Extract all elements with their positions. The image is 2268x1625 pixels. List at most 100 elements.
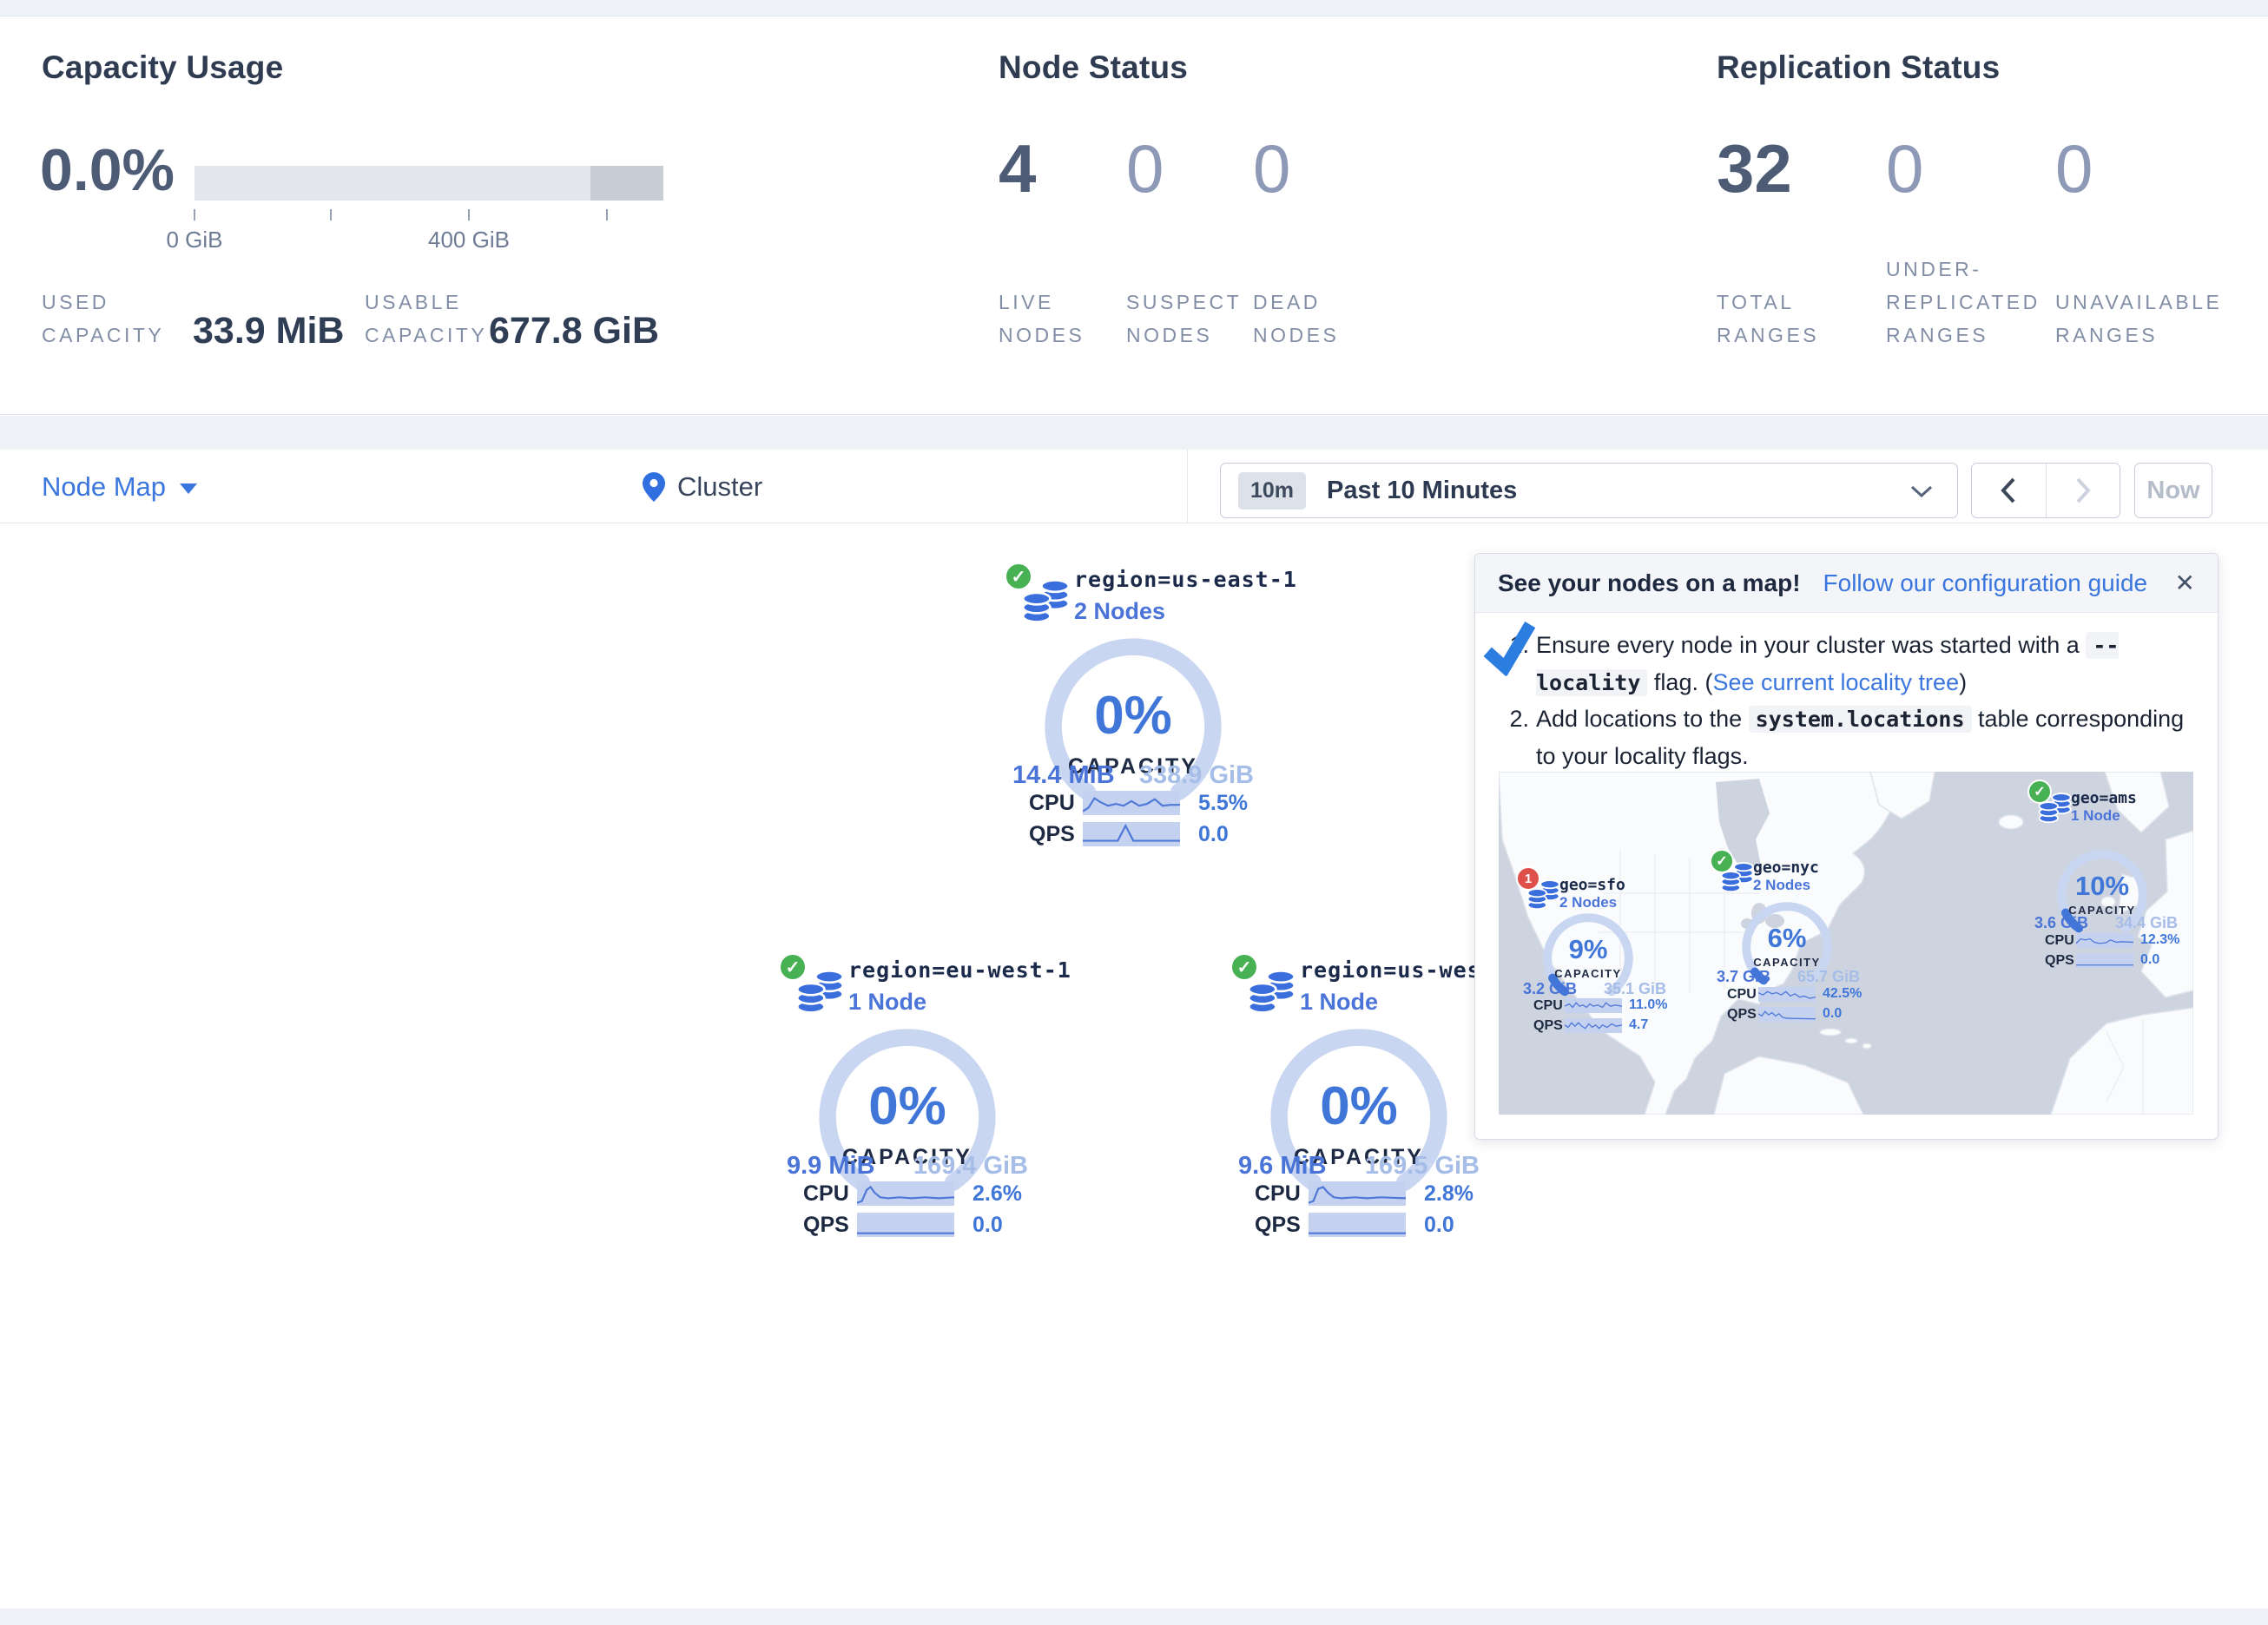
capacity-bar — [194, 166, 663, 201]
suspect-nodes-label: SUSPECT NODES — [1126, 249, 1242, 352]
node-name: region=eu-west-1 — [848, 957, 1071, 983]
cpu-value: 2.6% — [972, 1181, 1022, 1207]
page-bottom-strip — [0, 1609, 2268, 1625]
qps-sparkline — [2076, 953, 2133, 968]
total-ranges-label: TOTAL RANGES — [1717, 249, 1819, 352]
node-count: 2 Nodes — [1753, 877, 1810, 894]
toolbar-divider — [1187, 450, 1188, 523]
cpu-sparkline — [2076, 933, 2133, 948]
capacity-values: 14.4 MiB 338.9 GiB — [1012, 761, 1254, 790]
usable-capacity-label: USABLE CAPACITY — [365, 249, 487, 352]
node-count: 2 Nodes — [1074, 598, 1165, 625]
time-back-button[interactable] — [1972, 464, 2046, 517]
node-count: 2 Nodes — [1559, 894, 1617, 911]
healthy-badge: ✓ — [1710, 849, 1734, 873]
healthy-badge: ✓ — [1004, 562, 1033, 591]
axis-tick — [330, 209, 332, 220]
healthy-check-icon: ✓ — [1716, 852, 1727, 870]
gauge-percent: 6% — [1740, 923, 1834, 954]
qps-label: QPS — [1029, 822, 1075, 847]
qps-sparkline — [1565, 1018, 1622, 1033]
qps-sparkline — [857, 1213, 954, 1237]
node-name: geo=sfo — [1559, 876, 1625, 894]
system-locations-code: system.locations — [1749, 706, 1972, 733]
cpu-row: CPU 2.8% — [1216, 1181, 1502, 1207]
qps-value: 0.0 — [1198, 822, 1229, 847]
node-name: geo=ams — [2071, 789, 2137, 807]
capacity-values: 9.6 MiB 169.5 GiB — [1238, 1152, 1480, 1181]
suspect-nodes-count: 0 — [1126, 129, 1164, 208]
qps-value: 0.0 — [972, 1213, 1003, 1238]
node-count: 1 Node — [1300, 989, 1378, 1016]
max-value: 338.9 GiB — [1139, 761, 1254, 790]
view-selector-dropdown[interactable]: Node Map — [42, 450, 197, 523]
node-status-title: Node Status — [999, 49, 1188, 86]
qps-row: QPS 0.0 — [764, 1213, 1051, 1239]
healthy-badge: ✓ — [1230, 952, 1259, 982]
locality-tree-link[interactable]: See current locality tree — [1712, 669, 1959, 695]
node-map-setup-popup: See your nodes on a map! Follow our conf… — [1474, 553, 2219, 1140]
cpu-label: CPU — [803, 1181, 849, 1207]
replication-status-title: Replication Status — [1717, 49, 2000, 86]
capacity-values: 3.2 GiB 35.1 GiB — [1523, 980, 1666, 998]
cpu-value: 2.8% — [1424, 1181, 1474, 1207]
max-value: 169.5 GiB — [1365, 1152, 1480, 1181]
dead-nodes-count: 0 — [1253, 129, 1290, 208]
node-group-us-west-1[interactable]: ✓ region=us-west-1 1 Node 0% CAPACITY 9.… — [1216, 951, 1502, 1254]
qps-label: QPS — [1255, 1213, 1301, 1238]
gauge-caption: CAPACITY — [1541, 967, 1635, 980]
cpu-sparkline — [1565, 998, 1622, 1013]
under-replicated-label: UNDER- REPLICATED RANGES — [1886, 216, 2041, 352]
view-toolbar: Node Map Cluster 10m Past 10 Minutes — [0, 450, 2268, 523]
step-1: 1. Ensure every node in your cluster was… — [1500, 627, 2194, 701]
time-forward-button[interactable] — [2047, 464, 2120, 517]
cpu-sparkline — [857, 1181, 954, 1206]
healthy-badge: ✓ — [778, 952, 808, 982]
node-group-eu-west-1[interactable]: ✓ region=eu-west-1 1 Node 0% CAPACITY 9.… — [764, 951, 1051, 1254]
popup-instructions: 1. Ensure every node in your cluster was… — [1500, 627, 2194, 775]
used-value: 9.6 MiB — [1238, 1152, 1327, 1181]
close-icon[interactable]: ✕ — [2175, 569, 2195, 597]
healthy-check-icon: ✓ — [1012, 566, 1026, 588]
cpu-sparkline — [1758, 987, 1816, 1002]
chevron-left-icon — [2001, 477, 2016, 503]
configuration-guide-link[interactable]: Follow our configuration guide — [1823, 569, 2148, 597]
gauge-percent: 0% — [815, 1076, 999, 1137]
now-button[interactable]: Now — [2134, 463, 2212, 518]
axis-tick — [468, 209, 470, 220]
cpu-sparkline — [1083, 791, 1180, 815]
gauge-percent: 0% — [1041, 685, 1225, 747]
used-capacity-label: USED CAPACITY — [42, 249, 164, 352]
capacity-bar-other-usage — [590, 166, 663, 201]
dead-nodes-label: DEAD NODES — [1253, 249, 1339, 352]
cpu-row: CPU 5.5% — [990, 791, 1276, 817]
time-range-dropdown[interactable]: 10m Past 10 Minutes — [1220, 463, 1958, 518]
node-group-us-east-1[interactable]: ✓ region=us-east-1 2 Nodes 0% CAPACITY 1… — [990, 560, 1276, 864]
breadcrumb-label: Cluster — [677, 471, 762, 503]
node-name: geo=nyc — [1753, 859, 1819, 877]
cpu-label: CPU — [1255, 1181, 1301, 1207]
axis-tick — [606, 209, 608, 220]
cluster-summary-bar: Capacity Usage 0.0% 0 GiB 400 GiB USED C… — [0, 16, 2268, 415]
gauge-percent: 9% — [1541, 934, 1635, 965]
live-nodes-count: 4 — [999, 129, 1036, 208]
map-pin-icon — [643, 472, 665, 502]
breadcrumb[interactable]: Cluster — [643, 450, 762, 523]
view-selector-label: Node Map — [42, 471, 166, 503]
qps-label: QPS — [803, 1213, 849, 1238]
node-count: 1 Node — [2071, 807, 2120, 825]
step-done-check-icon — [1480, 619, 1542, 679]
gauge-caption: CAPACITY — [1740, 956, 1834, 969]
capacity-values: 3.7 GiB 65.7 GiB — [1717, 968, 1860, 986]
popup-title: See your nodes on a map! — [1498, 569, 1801, 597]
cpu-value: 5.5% — [1198, 791, 1248, 816]
unavailable-count: 0 — [2055, 129, 2093, 208]
qps-row: QPS 0.0 — [990, 822, 1276, 848]
error-badge: 1 — [1516, 866, 1540, 891]
used-capacity-value: 33.9 MiB — [193, 310, 344, 352]
qps-sparkline — [1309, 1213, 1406, 1237]
popup-header: See your nodes on a map! Follow our conf… — [1475, 554, 2218, 613]
healthy-badge: ✓ — [2027, 780, 2052, 804]
total-ranges-count: 32 — [1717, 129, 1792, 208]
time-range-chip: 10m — [1238, 472, 1306, 510]
